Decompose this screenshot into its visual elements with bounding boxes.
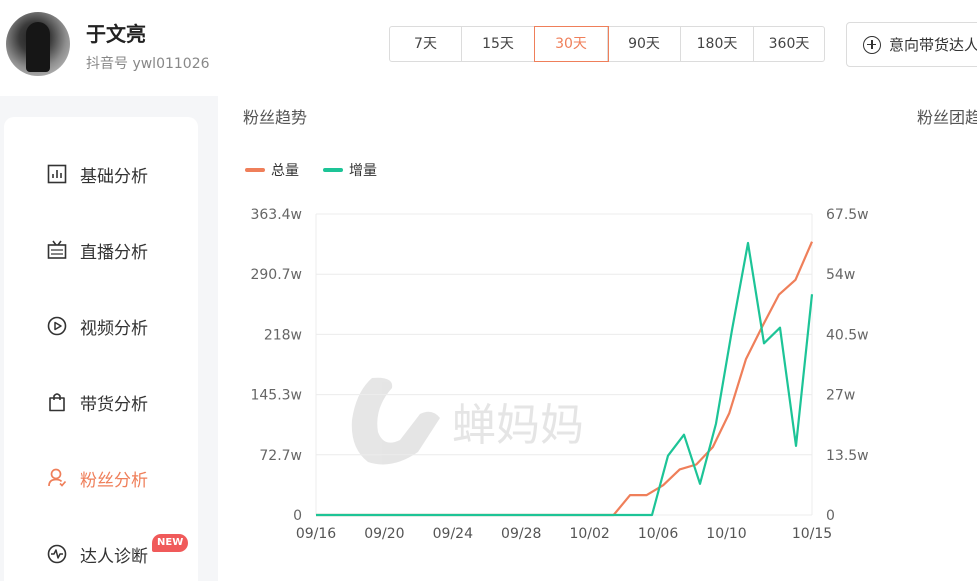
chart-axes: 0 0 72.7w 13.5w 145.3w 27w 218w 40.5w 290.7w 54w 3… — [250, 207, 868, 542]
watermark-text: 蝉妈妈 — [452, 400, 584, 451]
x-tick-label: 09/28 — [501, 526, 541, 542]
y-right-tick-label: 40.5w — [826, 327, 869, 343]
x-tick-label: 09/16 — [296, 526, 336, 542]
y-left-tick-label: 145.3w — [250, 388, 302, 404]
y-left-tick-label: 0 — [293, 508, 302, 524]
x-tick-label: 09/24 — [433, 526, 473, 542]
fans-trend-chart: 蝉妈妈 0 0 72.7w 13.5w 145.3w 27w 218w 40.5w 290.7w… — [250, 207, 868, 542]
x-tick-label: 10/06 — [638, 526, 678, 542]
series-line-total[interactable] — [316, 241, 814, 517]
x-tick-label: 10/10 — [706, 526, 746, 542]
watermark: 蝉妈妈 — [351, 377, 584, 465]
y-right-tick-label: 27w — [826, 388, 855, 404]
series-line-increase[interactable] — [316, 241, 814, 517]
y-right-tick-label: 13.5w — [826, 448, 869, 464]
y-left-tick-label: 72.7w — [259, 448, 302, 464]
x-tick-label: 10/02 — [569, 526, 609, 542]
y-right-tick-label: 67.5w — [826, 207, 869, 223]
y-right-tick-label: 54w — [826, 267, 855, 283]
y-right-tick-label: 0 — [826, 508, 835, 524]
period-30d-button[interactable]: 30天 — [534, 26, 609, 62]
x-tick-label: 10/15 — [792, 526, 832, 542]
y-left-tick-label: 218w — [264, 327, 302, 343]
chart-grid — [316, 213, 812, 516]
y-left-tick-label: 363.4w — [250, 207, 302, 223]
chanmama-logo-icon — [351, 377, 440, 465]
y-left-tick-label: 290.7w — [250, 267, 302, 283]
chart-series — [316, 241, 814, 517]
x-tick-label: 09/20 — [364, 526, 404, 542]
